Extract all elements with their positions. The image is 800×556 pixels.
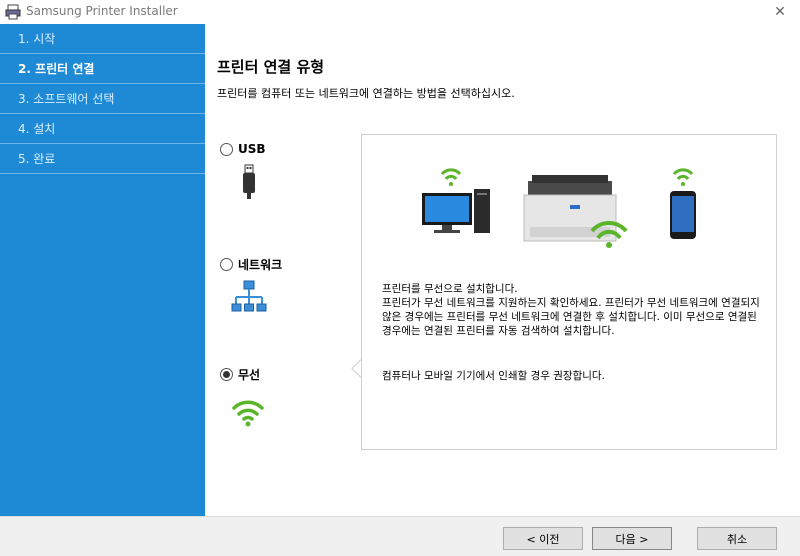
wireless-info-panel: 프린터를 무선으로 설치합니다. 프린터가 무선 네트워크를 지원하는지 확인하… — [361, 134, 777, 450]
next-button[interactable]: 다음 > — [592, 527, 672, 550]
wireless-option[interactable]: 무선 — [220, 366, 260, 383]
wireless-label: 무선 — [238, 368, 261, 382]
close-button[interactable]: ✕ — [760, 0, 800, 24]
network-option[interactable]: 네트워크 — [220, 256, 282, 273]
main-content: 프린터 연결 유형 프린터를 컴퓨터 또는 네트워크에 연결하는 방법을 선택하… — [205, 24, 800, 516]
wireless-description: 프린터를 무선으로 설치합니다. 프린터가 무선 네트워크를 지원하는지 확인하… — [382, 282, 762, 338]
window-title: Samsung Printer Installer — [26, 4, 178, 18]
step-install: 4. 설치 — [0, 114, 205, 144]
desktop-pc-icon — [422, 168, 490, 233]
printer-app-icon — [5, 4, 21, 20]
step-printer-connection: 2. 프린터 연결 — [0, 54, 205, 84]
mobile-phone-icon — [670, 168, 696, 239]
wireless-radio[interactable] — [220, 368, 233, 381]
step-software-select: 3. 소프트웨어 선택 — [0, 84, 205, 114]
usb-option[interactable]: USB — [220, 142, 266, 156]
network-label: 네트워크 — [238, 258, 283, 272]
usb-radio[interactable] — [220, 142, 233, 156]
button-bar: < 이전 다음 > 취소 — [0, 516, 800, 556]
description-line2: 프린터가 무선 네트워크를 지원하는지 확인하세요. 프린터가 무선 네트워크에… — [382, 297, 760, 337]
recommendation-text: 컴퓨터나 모바일 기기에서 인쇄할 경우 권장합니다. — [382, 370, 605, 382]
step-finish: 5. 완료 — [0, 144, 205, 174]
network-radio[interactable] — [220, 258, 233, 271]
usb-label: USB — [238, 142, 266, 156]
back-button[interactable]: < 이전 — [503, 527, 583, 550]
usb-icon — [243, 164, 255, 199]
printer-icon — [523, 175, 628, 248]
page-subtitle: 프린터를 컴퓨터 또는 네트워크에 연결하는 방법을 선택하십시오. — [217, 87, 515, 100]
step-start: 1. 시작 — [0, 24, 205, 54]
description-line1: 프린터를 무선으로 설치합니다. — [382, 283, 518, 295]
cancel-button[interactable]: 취소 — [697, 527, 777, 550]
wifi-icon — [232, 400, 264, 427]
title-bar: Samsung Printer Installer ✕ — [0, 0, 800, 24]
page-title: 프린터 연결 유형 — [217, 58, 325, 76]
step-sidebar: 1. 시작 2. 프린터 연결 3. 소프트웨어 선택 4. 설치 5. 완료 — [0, 24, 205, 516]
network-icon — [231, 280, 267, 312]
